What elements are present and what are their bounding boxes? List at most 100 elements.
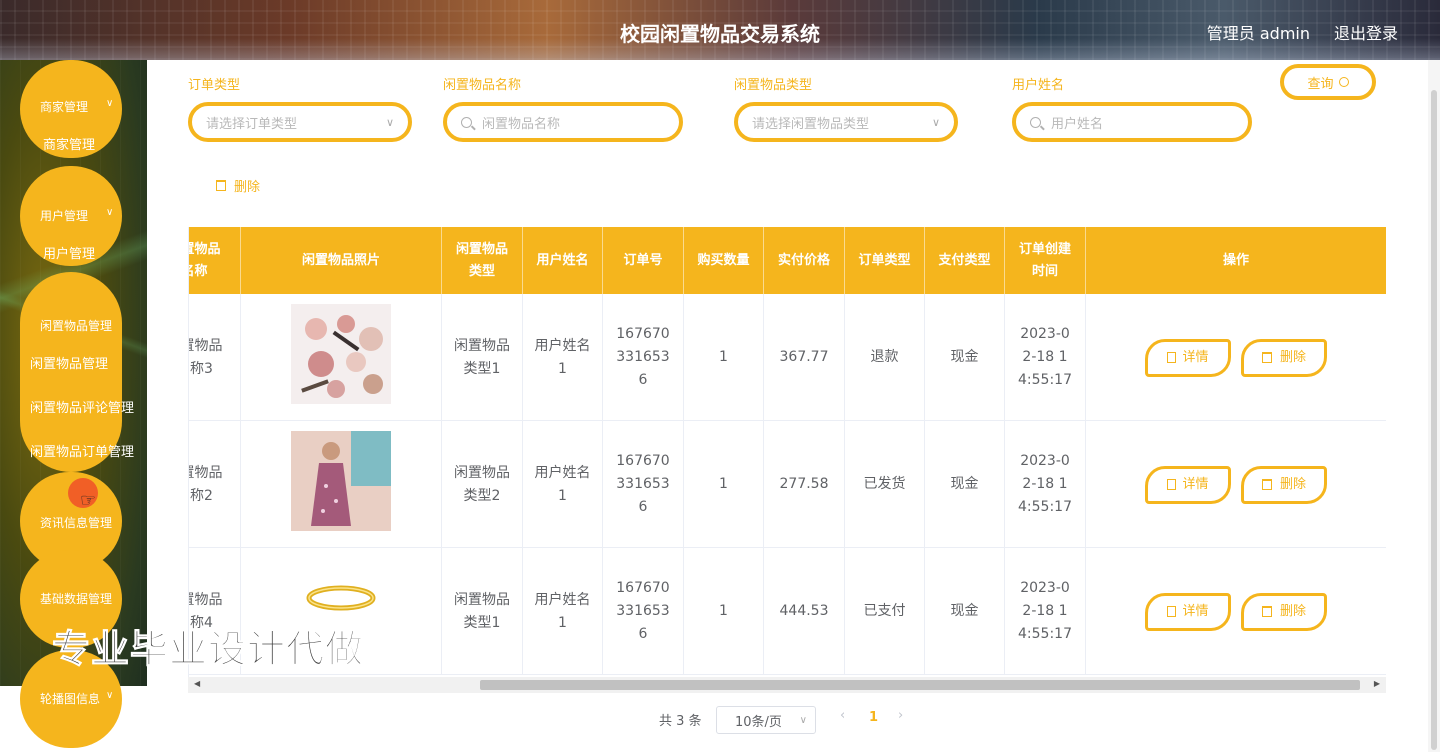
cell-actions: 详情 删除: [1086, 421, 1386, 548]
search-icon: [1338, 77, 1349, 87]
detail-label: 详情: [1182, 477, 1209, 492]
delete-button[interactable]: 删除: [1241, 465, 1327, 504]
cell-quantity: 1: [684, 421, 764, 548]
submenu-idle-items[interactable]: 闲置物品管理: [30, 353, 108, 372]
item-type-select[interactable]: 请选择闲置物品类型 ∨: [734, 102, 958, 142]
cell-user-name: 用户姓名1: [523, 421, 603, 548]
prev-page-icon[interactable]: ‹: [840, 708, 845, 723]
delete-button[interactable]: 删除: [1241, 338, 1327, 377]
th-actions: 操作: [1086, 227, 1386, 294]
scroll-left-icon[interactable]: ◀: [194, 679, 200, 688]
cell-item-type: 闲置物品类型1: [442, 294, 523, 421]
order-type-select[interactable]: 请选择订单类型 ∨: [188, 102, 412, 142]
item-name-placeholder: 闲置物品名称: [482, 116, 561, 132]
submenu-user[interactable]: 用户管理: [43, 243, 95, 262]
scroll-right-icon[interactable]: ▶: [1374, 679, 1380, 688]
hand-cursor-icon: ☞: [80, 490, 97, 511]
query-label: 查询: [1307, 76, 1334, 92]
batch-delete-button[interactable]: 删除: [216, 176, 260, 195]
cell-item-name: 闲置物品名称3: [189, 294, 241, 421]
trash-icon: [1261, 352, 1272, 363]
admin-label: 管理员 admin: [1206, 24, 1310, 43]
user-name-placeholder: 用户姓名: [1051, 116, 1104, 132]
cell-pay-type: 现金: [925, 421, 1005, 548]
submenu-merchant[interactable]: 商家管理: [43, 134, 95, 153]
item-type-placeholder: 请选择闲置物品类型: [752, 116, 870, 132]
page-size-select[interactable]: 10条/页 ∨: [716, 706, 816, 734]
detail-button[interactable]: 详情: [1145, 592, 1231, 631]
cell-item-photo: [241, 294, 442, 421]
user-name-input[interactable]: 用户姓名: [1012, 102, 1252, 142]
pagination-total: 共 3 条: [659, 714, 702, 729]
orders-table: 闲置物品名称 闲置物品照片 闲置物品类型 用户姓名 订单号 购买数量 实付价格 …: [188, 227, 1386, 677]
item-name-input[interactable]: 闲置物品名称: [443, 102, 683, 142]
detail-button[interactable]: 详情: [1145, 465, 1231, 504]
th-quantity: 购买数量: [684, 227, 764, 294]
vertical-scrollbar[interactable]: [1428, 60, 1440, 752]
filter-label-item-name: 闲置物品名称: [443, 78, 522, 93]
query-button[interactable]: 查询: [1280, 64, 1376, 100]
menu-idle-items[interactable]: 闲置物品管理: [40, 317, 112, 334]
page-number[interactable]: 1: [869, 710, 878, 725]
search-icon: [461, 116, 472, 128]
chevron-down-icon: ∨: [931, 115, 940, 129]
cell-price: 367.77: [764, 294, 845, 421]
table-row: 闲置物品名称4 闲置物品类型1 用户姓名1 1676703316536 1 44…: [189, 548, 1386, 675]
menu-news[interactable]: 资讯信息管理: [40, 514, 112, 531]
filter-label-item-type: 闲置物品类型: [734, 78, 813, 93]
chevron-down-icon: ∨: [106, 207, 114, 218]
cell-quantity: 1: [684, 294, 764, 421]
cell-created: 2023-02-18 14:55:17: [1005, 421, 1086, 548]
next-page-icon[interactable]: ›: [898, 708, 903, 723]
trash-icon: [1261, 606, 1272, 617]
submenu-idle-comments[interactable]: 闲置物品评论管理: [30, 397, 134, 416]
table-header: 闲置物品名称 闲置物品照片 闲置物品类型 用户姓名 订单号 购买数量 实付价格 …: [189, 227, 1386, 294]
cell-pay-type: 现金: [925, 548, 1005, 675]
table-row: 闲置物品名称3 闲置物品类型1 用户姓名1 1676703316536 1 36…: [189, 294, 1386, 421]
horizontal-scrollbar[interactable]: ◀ ▶: [188, 677, 1386, 693]
cell-quantity: 1: [684, 548, 764, 675]
scroll-thumb[interactable]: [480, 680, 1360, 690]
cell-order-no: 1676703316536: [603, 548, 684, 675]
th-price: 实付价格: [764, 227, 845, 294]
document-icon: [1167, 606, 1177, 617]
trash-icon: [216, 180, 226, 191]
search-icon: [1030, 116, 1041, 128]
chevron-down-icon: ∨: [106, 98, 114, 109]
menu-basic-data[interactable]: 基础数据管理: [40, 590, 112, 607]
detail-button[interactable]: 详情: [1145, 338, 1231, 377]
top-header: 校园闲置物品交易系统 管理员 admin 退出登录: [0, 0, 1440, 60]
menu-merchant[interactable]: 商家管理: [40, 98, 88, 115]
document-icon: [1167, 479, 1177, 490]
th-created: 订单创建时间: [1005, 227, 1086, 294]
delete-label: 删除: [1279, 604, 1306, 619]
cell-actions: 详情 删除: [1086, 548, 1386, 675]
delete-button[interactable]: 删除: [1241, 592, 1327, 631]
chevron-down-icon: ∨: [106, 690, 114, 701]
menu-carousel[interactable]: 轮播图信息: [40, 690, 100, 707]
cell-user-name: 用户姓名1: [523, 548, 603, 675]
cell-order-no: 1676703316536: [603, 421, 684, 548]
detail-label: 详情: [1182, 604, 1209, 619]
th-order-type: 订单类型: [845, 227, 925, 294]
item-photo-cosmetics: [291, 303, 391, 412]
th-item-type: 闲置物品类型: [442, 227, 523, 294]
delete-label: 删除: [1279, 477, 1306, 492]
cell-item-photo: [241, 421, 442, 548]
cell-order-type: 已支付: [845, 548, 925, 675]
th-item-name: 闲置物品名称: [189, 227, 241, 294]
cell-user-name: 用户姓名1: [523, 294, 603, 421]
submenu-idle-orders[interactable]: 闲置物品订单管理: [30, 441, 147, 460]
th-user-name: 用户姓名: [523, 227, 603, 294]
cell-order-no: 1676703316536: [603, 294, 684, 421]
watermark: 专业毕业设计代做: [51, 627, 365, 672]
table-row: 闲置物品名称2 闲置物品类型2 用户姓名1 1676703316536 1 27…: [189, 421, 1386, 548]
cell-price: 277.58: [764, 421, 845, 548]
th-order-no: 订单号: [603, 227, 684, 294]
menu-user[interactable]: 用户管理: [40, 207, 88, 224]
delete-label: 删除: [1279, 350, 1306, 365]
cell-order-type: 退款: [845, 294, 925, 421]
order-type-placeholder: 请选择订单类型: [206, 116, 298, 132]
logout-link[interactable]: 退出登录: [1334, 20, 1398, 44]
chevron-down-icon: ∨: [385, 115, 394, 129]
